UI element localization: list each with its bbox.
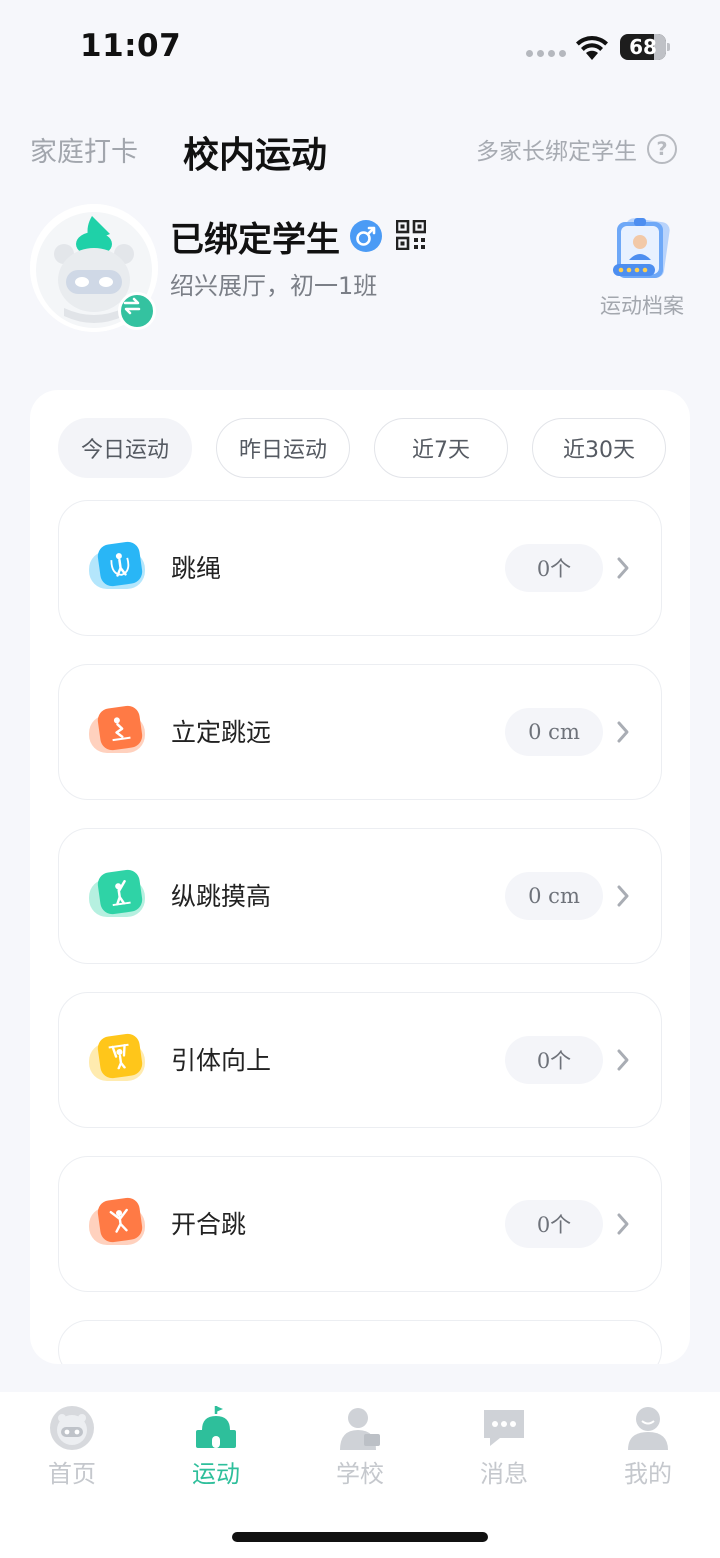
help-icon[interactable]: ? <box>647 134 677 164</box>
qr-code-icon[interactable] <box>396 220 426 250</box>
exercise-name: 开合跳 <box>171 1210 247 1239</box>
archive-card-icon <box>613 218 670 278</box>
sports-archive-button[interactable]: 运动档案 <box>596 214 688 320</box>
wifi-icon <box>576 36 608 60</box>
filter-yesterday[interactable]: 昨日运动 <box>216 418 350 478</box>
filter-30-days[interactable]: 近30天 <box>532 418 666 478</box>
exercise-list: 跳绳 0个 立定跳远 0 cm 纵跳摸高 0 cm 引体向上 0个 开合跳 0个 <box>58 500 662 1364</box>
exercise-name: 立定跳远 <box>171 718 272 747</box>
profile-person-icon <box>624 1404 672 1452</box>
male-gender-icon <box>350 220 382 252</box>
exercise-row-jump-rope[interactable]: 跳绳 0个 <box>58 500 662 636</box>
exercise-row-standing-long-jump[interactable]: 立定跳远 0 cm <box>58 664 662 800</box>
exercise-value: 0个 <box>505 1200 603 1248</box>
standing-long-jump-icon <box>89 704 145 759</box>
time-filter-tabs: 今日运动 昨日运动 近7天 近30天 <box>58 418 666 478</box>
exercise-row-partial[interactable] <box>58 1320 662 1364</box>
tab-school-sports[interactable]: 校内运动 <box>183 126 327 178</box>
exercise-value: 0 cm <box>505 872 603 920</box>
nav-mine-label: 我的 <box>624 1460 672 1488</box>
exercise-value: 0个 <box>505 1036 603 1084</box>
status-time: 11:07 <box>80 28 182 64</box>
exercise-row-pull-up[interactable]: 引体向上 0个 <box>58 992 662 1128</box>
nav-home-label: 首页 <box>48 1460 96 1488</box>
exercise-name: 纵跳摸高 <box>171 882 272 911</box>
archive-label: 运动档案 <box>600 294 684 318</box>
chevron-right-icon <box>617 557 629 579</box>
multi-parent-bind-button[interactable]: 多家长绑定学生 ? <box>476 132 677 166</box>
nav-school-label: 学校 <box>336 1460 384 1488</box>
cellular-signal-icon <box>526 50 566 57</box>
exercise-row-jumping-jack[interactable]: 开合跳 0个 <box>58 1156 662 1292</box>
home-indicator <box>232 1532 488 1542</box>
student-class: 绍兴展厅，初一1班 <box>170 272 378 300</box>
chevron-right-icon <box>617 1049 629 1071</box>
home-mascot-icon <box>48 1404 96 1452</box>
sport-building-icon <box>192 1404 240 1452</box>
school-teacher-icon <box>336 1404 384 1452</box>
nav-home[interactable]: 首页 <box>17 1404 127 1489</box>
pull-up-icon <box>89 1032 145 1087</box>
nav-sport-label: 运动 <box>192 1460 240 1488</box>
filter-today[interactable]: 今日运动 <box>58 418 192 478</box>
status-bar: 11:07 68 <box>0 0 720 96</box>
multi-parent-label: 多家长绑定学生 <box>476 139 637 165</box>
chevron-right-icon <box>617 885 629 907</box>
jump-rope-icon <box>89 540 145 595</box>
sports-card: 今日运动 昨日运动 近7天 近30天 跳绳 0个 立定跳远 0 cm 纵跳摸高 … <box>30 390 690 1364</box>
nav-mine[interactable]: 我的 <box>593 1404 703 1489</box>
nav-school[interactable]: 学校 <box>305 1404 415 1489</box>
message-bubble-icon <box>480 1404 528 1452</box>
battery-icon: 68 <box>620 34 670 60</box>
exercise-value: 0 cm <box>505 708 603 756</box>
tab-family-checkin[interactable]: 家庭打卡 <box>30 130 138 169</box>
student-avatar[interactable] <box>30 204 158 332</box>
exercise-value: 0个 <box>505 544 603 592</box>
battery-level: 68 <box>629 35 657 59</box>
filter-7-days[interactable]: 近7天 <box>374 418 508 478</box>
exercise-name: 跳绳 <box>171 554 222 583</box>
exercise-name: 引体向上 <box>171 1046 272 1075</box>
chevron-right-icon <box>617 721 629 743</box>
jumping-jack-icon <box>89 1196 145 1251</box>
student-name: 已绑定学生 <box>170 220 340 260</box>
exercise-row-vertical-jump[interactable]: 纵跳摸高 0 cm <box>58 828 662 964</box>
nav-sport[interactable]: 运动 <box>161 1404 271 1489</box>
chevron-right-icon <box>617 1213 629 1235</box>
nav-message[interactable]: 消息 <box>449 1404 559 1489</box>
vertical-jump-icon <box>89 868 145 923</box>
switch-student-icon[interactable] <box>118 292 156 330</box>
nav-message-label: 消息 <box>480 1460 528 1488</box>
